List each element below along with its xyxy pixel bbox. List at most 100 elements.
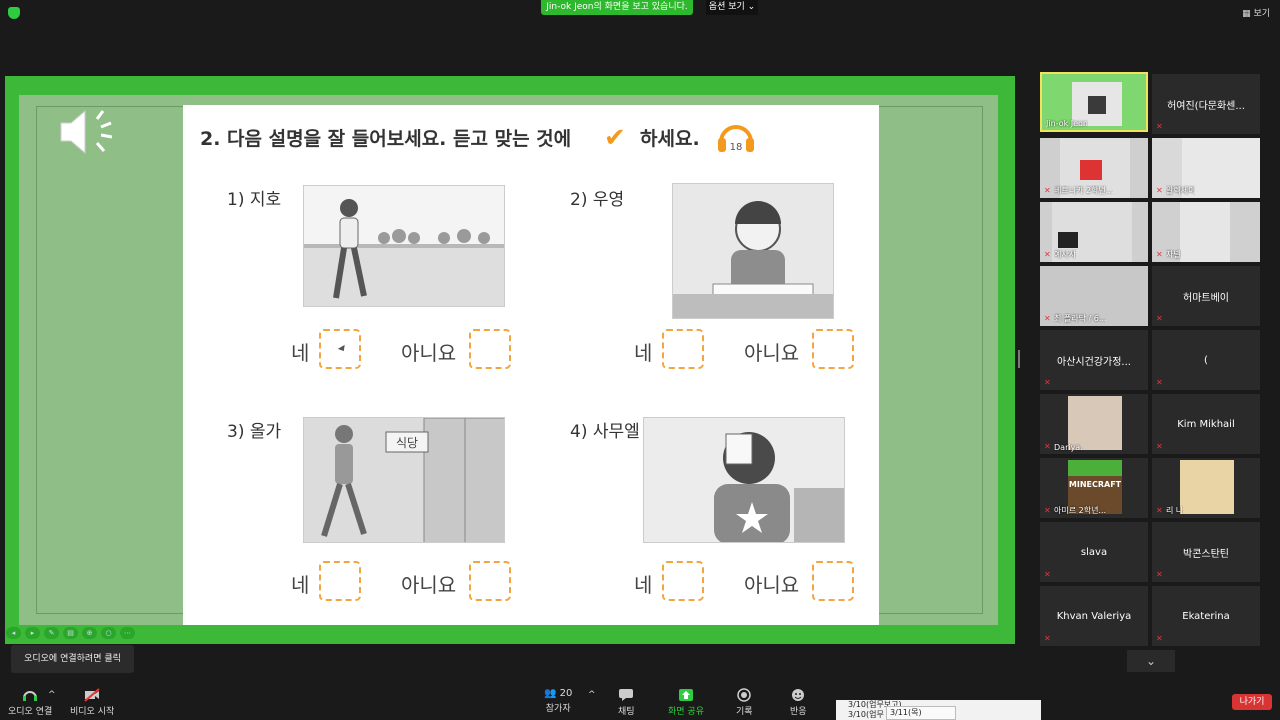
headset-icon — [23, 691, 38, 701]
panel-resize-handle[interactable] — [1018, 350, 1020, 368]
more-participants-chevron-icon[interactable]: ⌄ — [1127, 650, 1175, 672]
question-2-no-box[interactable] — [812, 329, 854, 369]
reactions-button[interactable]: 반응 — [790, 688, 807, 717]
participant-tile[interactable]: ✕ 박콘스탄틴 — [1152, 522, 1260, 582]
record-icon — [737, 688, 752, 702]
view-button[interactable]: ▦ 보기 — [1242, 6, 1270, 19]
question-4-image — [643, 417, 845, 543]
more-icon[interactable]: ⋯ — [120, 627, 135, 639]
question-1-yes-label: 네 — [291, 341, 310, 365]
audio-connect-button[interactable]: 오디오 연결 — [8, 688, 52, 717]
participant-tile[interactable]: ✕ 자넬 — [1152, 202, 1260, 262]
circle-icon[interactable]: ○ — [101, 627, 116, 639]
participant-name: 자넬 — [1166, 250, 1181, 259]
participant-video — [1088, 96, 1106, 114]
bottom-toolbar: 오디오 연결 ^ 비디오 시작 👥 20 참가자 ^ 채팅 화면 공유 기록 반… — [0, 680, 1280, 720]
security-shield-icon[interactable] — [8, 7, 20, 19]
participant-tile[interactable]: ✕ 허여진(다문화센... — [1152, 74, 1260, 134]
participants-options-chevron-icon[interactable]: ^ — [588, 690, 596, 700]
people-icon: 👥 — [544, 688, 557, 699]
prev-icon[interactable]: ◂ — [6, 627, 21, 639]
pen-icon[interactable]: ✎ — [44, 627, 59, 639]
video-off-icon — [84, 688, 100, 702]
participant-name: Khvan Valeriya — [1056, 610, 1132, 622]
participant-tile[interactable]: ✕ 베트니카 2학년... — [1040, 138, 1148, 198]
participant-name: Dariya. — [1054, 443, 1083, 452]
muted-mic-icon: ✕ — [1156, 506, 1163, 515]
calendar-date-field[interactable]: 3/11(목) — [886, 706, 956, 720]
checkmark-icon: ✔ — [604, 123, 626, 153]
leave-button[interactable]: 나가기 — [1232, 694, 1272, 710]
muted-mic-icon: ✕ — [1156, 250, 1163, 259]
slide-frame: 2. 다음 설명을 잘 들어보세요. 듣고 맞는 것에 ✔ 하세요. 18 1)… — [36, 105, 983, 625]
minecraft-logo-text: MINECRAFT — [1068, 480, 1122, 489]
participant-tile[interactable]: ✕ 아산시건강가정... — [1040, 330, 1148, 390]
participant-video — [1180, 202, 1230, 262]
track-number: 18 — [730, 142, 743, 153]
speaker-icon[interactable] — [57, 107, 117, 157]
participant-name: 허마트베이 — [1183, 292, 1229, 304]
question-3-no-label: 아니요 — [401, 573, 457, 597]
share-screen-button[interactable]: 화면 공유 — [668, 688, 704, 717]
participant-name: 박콘스탄틴 — [1183, 548, 1229, 560]
question-2-no-label: 아니요 — [744, 341, 800, 365]
participant-tile[interactable]: ✕ 예사샤 — [1040, 202, 1148, 262]
participant-tile[interactable]: ✕ 알렉세이 — [1152, 138, 1260, 198]
question-2-label: 2) 우영 — [570, 190, 625, 210]
audio-options-chevron-icon[interactable]: ^ — [48, 690, 56, 700]
participant-tile[interactable]: MINECRAFT ✕ 아미르 2학년... — [1040, 458, 1148, 518]
next-icon[interactable]: ▸ — [25, 627, 40, 639]
participant-tile[interactable]: ✕ Ekaterina — [1152, 586, 1260, 646]
participants-button[interactable]: 👥 20 참가자 — [544, 688, 572, 714]
participant-name: Jin-ok Jeon — [1046, 119, 1089, 128]
participant-video — [1068, 396, 1122, 450]
participant-name: ( — [1204, 354, 1208, 366]
top-bar: Jin-ok Jeon의 화면을 보고 있습니다. 옵션 보기 ⌄ ▦ 보기 — [0, 0, 1280, 26]
shared-screen: 2. 다음 설명을 잘 들어보세요. 듣고 맞는 것에 ✔ 하세요. 18 1)… — [5, 76, 1015, 644]
chat-button[interactable]: 채팅 — [618, 688, 635, 717]
worksheet-title-end: 하세요. — [640, 128, 700, 150]
participant-tile[interactable]: ✕( — [1152, 330, 1260, 390]
question-4-label: 4) 사무엘 — [570, 422, 640, 442]
participant-name: 예사샤 — [1054, 250, 1077, 259]
slide-background: 2. 다음 설명을 잘 들어보세요. 듣고 맞는 것에 ✔ 하세요. 18 1)… — [19, 95, 998, 625]
muted-mic-icon: ✕ — [1156, 186, 1163, 195]
question-3-yes-label: 네 — [291, 573, 310, 597]
zoom-icon[interactable]: ⊕ — [82, 627, 97, 639]
participant-tile[interactable]: ✕ 리 나 — [1152, 458, 1260, 518]
question-2-image — [672, 183, 834, 319]
participant-name: 허여진(다문화센... — [1167, 100, 1245, 112]
participant-tile[interactable]: ✕ 최 플라닥 / 6... — [1040, 266, 1148, 326]
view-options-button[interactable]: 옵션 보기 ⌄ — [706, 0, 758, 15]
participant-tile[interactable]: ✕ Kim Mikhail — [1152, 394, 1260, 454]
participant-video — [1068, 460, 1122, 476]
participant-name: 알렉세이 — [1166, 186, 1196, 195]
participant-video — [1180, 460, 1234, 514]
participant-name: 베트니카 2학년... — [1054, 186, 1114, 195]
question-1-no-box[interactable] — [469, 329, 511, 369]
participant-tile[interactable]: ✕ Dariya. — [1040, 394, 1148, 454]
question-3-yes-box[interactable] — [319, 561, 361, 601]
question-3-no-box[interactable] — [469, 561, 511, 601]
participant-name: Ekaterina — [1182, 610, 1230, 622]
participant-tile[interactable]: ✕ slava — [1040, 522, 1148, 582]
muted-mic-icon: ✕ — [1044, 506, 1051, 515]
highlight-icon[interactable]: ▤ — [63, 627, 78, 639]
question-4-yes-box[interactable] — [662, 561, 704, 601]
worksheet-title: 2. 다음 설명을 잘 들어보세요. 듣고 맞는 것에 — [200, 128, 572, 150]
headphone-icon: 18 — [718, 125, 754, 153]
grid-icon: ▦ — [1242, 9, 1254, 19]
question-4-no-box[interactable] — [812, 561, 854, 601]
participant-count: 20 — [559, 688, 573, 699]
question-1-image — [303, 185, 505, 307]
restaurant-sign: 식당 — [396, 436, 418, 450]
record-button[interactable]: 기록 — [736, 688, 753, 717]
question-2-yes-box[interactable] — [662, 329, 704, 369]
smile-icon — [792, 689, 805, 701]
participant-tile[interactable]: ✕ 허마트베이 — [1152, 266, 1260, 326]
video-start-button[interactable]: 비디오 시작 — [70, 688, 114, 717]
muted-mic-icon: ✕ — [1044, 186, 1051, 195]
participant-tile[interactable]: ✕ Khvan Valeriya — [1040, 586, 1148, 646]
muted-mic-icon: ✕ — [1044, 250, 1051, 259]
participant-tile[interactable]: Jin-ok Jeon — [1040, 72, 1148, 132]
